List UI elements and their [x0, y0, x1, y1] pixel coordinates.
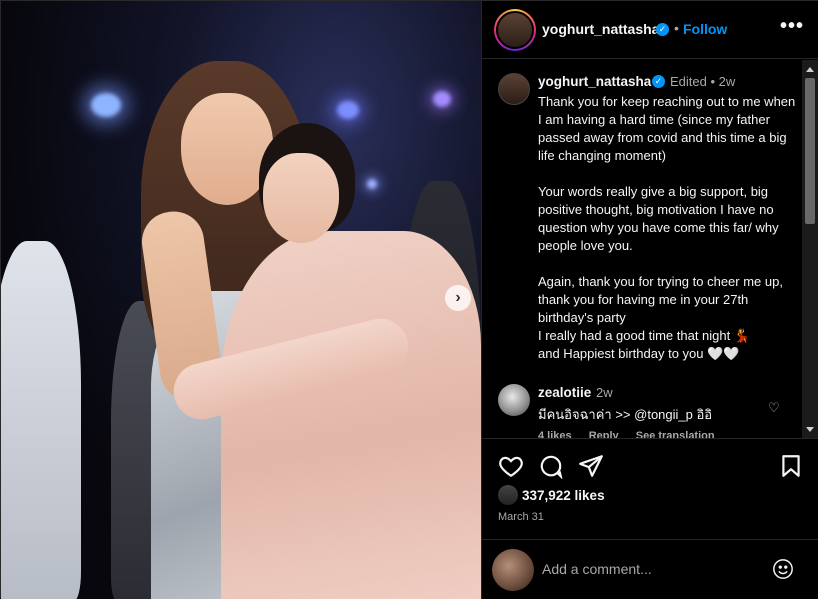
stage-light: [367, 179, 377, 189]
scroll-thumb[interactable]: [805, 78, 815, 224]
see-translation-button[interactable]: See translation: [636, 430, 715, 438]
woman-right-dress: [221, 231, 481, 599]
bookmark-icon[interactable]: [778, 453, 804, 479]
more-options-icon[interactable]: •••: [780, 15, 804, 38]
comment-reply-button[interactable]: Reply: [589, 430, 619, 438]
comment-like-heart-icon[interactable]: ♡: [768, 400, 780, 416]
author-avatar[interactable]: [494, 9, 536, 51]
commenter-avatar[interactable]: [498, 384, 530, 416]
author-username[interactable]: yoghurt_nattasha: [542, 21, 659, 37]
next-slide-button[interactable]: ›: [445, 285, 471, 311]
post-side-panel: yoghurt_nattasha ✓ • Follow ••• yoghurt_…: [481, 1, 818, 599]
comment-meta: 4 likes Reply See translation: [538, 430, 729, 438]
caption-meta: Edited • 2w: [670, 74, 736, 89]
likes-count[interactable]: 337,922 likes: [522, 488, 605, 503]
next-slide-icon: ›: [455, 289, 461, 306]
stage-light: [433, 91, 451, 107]
woman-right-face: [263, 153, 339, 243]
comment-icon[interactable]: [538, 453, 564, 479]
stage-light: [91, 93, 121, 117]
comment-likes-count[interactable]: 4 likes: [538, 430, 572, 438]
share-icon[interactable]: [578, 453, 604, 479]
emoji-icon[interactable]: [772, 558, 794, 580]
background-person: [1, 241, 81, 599]
comment-text: มีคนอิจฉาค่า >> @tongii_p อิอิ: [538, 407, 713, 422]
post-photo[interactable]: ›: [1, 1, 481, 599]
comment-input[interactable]: [542, 558, 762, 580]
post-date: March 31: [498, 511, 544, 523]
header-separator: •: [674, 20, 679, 36]
commenter-username[interactable]: zealotiie: [538, 385, 591, 400]
caption-username[interactable]: yoghurt_nattasha: [538, 74, 651, 89]
verified-badge-icon: ✓: [656, 23, 669, 36]
liker-avatar: [498, 485, 518, 505]
scroll-down-arrow-icon[interactable]: [806, 427, 814, 432]
post-actions: 337,922 likes March 31: [482, 438, 818, 548]
scroll-up-arrow-icon[interactable]: [806, 67, 814, 72]
comments-list[interactable]: yoghurt_nattasha ✓ Edited • 2w Thank you…: [482, 60, 802, 438]
comments-scrollbar[interactable]: [802, 60, 818, 438]
verified-badge-icon: ✓: [652, 75, 665, 88]
post-header: yoghurt_nattasha ✓ • Follow •••: [482, 1, 818, 59]
heart-icon[interactable]: [498, 453, 524, 479]
stage-light: [337, 101, 359, 119]
caption-author-avatar[interactable]: [498, 73, 530, 105]
comment-time: 2w: [596, 385, 613, 400]
post-modal: › yoghurt_nattasha ✓ • Follow ••• yoghur…: [0, 0, 818, 599]
follow-button[interactable]: Follow: [683, 21, 727, 37]
caption-text: Thank you for keep reaching out to me wh…: [538, 94, 796, 361]
add-comment-bar: [482, 539, 818, 599]
current-user-avatar: [492, 549, 534, 591]
